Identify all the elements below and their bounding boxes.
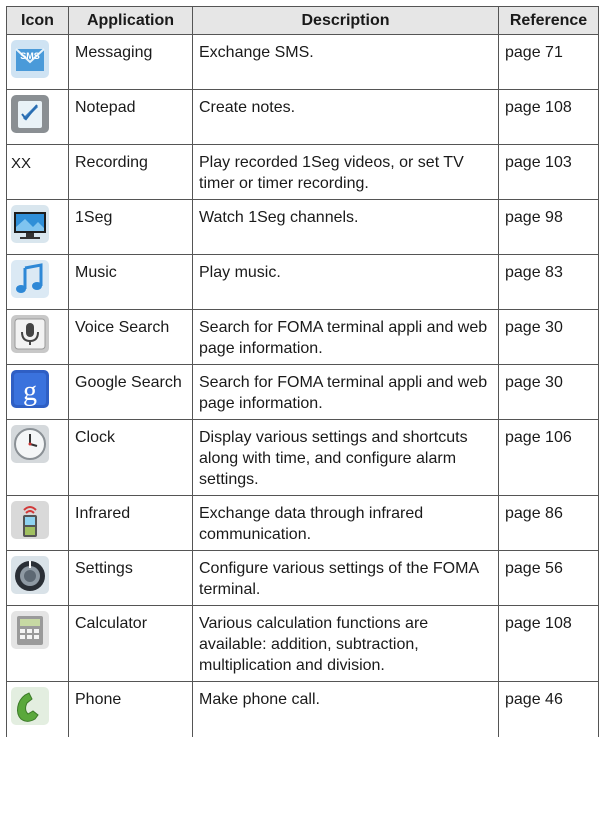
page-reference: page 103 <box>498 144 599 200</box>
app-description: Create notes. <box>192 89 499 145</box>
sms-envelope-icon: SMS <box>11 40 49 78</box>
page-reference: page 71 <box>498 34 599 90</box>
icon-placeholder-text: XX <box>11 155 32 172</box>
table-row: Notepad Create notes. page 108 <box>6 89 599 145</box>
clock-icon <box>11 425 49 463</box>
phone-handset-icon <box>11 687 49 725</box>
header-row: Icon Application Description Reference <box>6 6 599 35</box>
app-name: Music <box>68 254 193 310</box>
page-reference: page 30 <box>498 309 599 365</box>
page-reference: page 106 <box>498 419 599 496</box>
icon-cell <box>6 419 69 496</box>
table-row: XX Recording Play recorded 1Seg videos, … <box>6 144 599 200</box>
page-reference: page 56 <box>498 550 599 606</box>
app-name: Infrared <box>68 495 193 551</box>
icon-cell <box>6 89 69 145</box>
app-description: Exchange data through infrared communica… <box>192 495 499 551</box>
icon-cell <box>6 309 69 365</box>
svg-text:SMS: SMS <box>20 51 40 61</box>
table-row: Phone Make phone call. page 46 <box>6 681 599 737</box>
page-reference: page 108 <box>498 605 599 682</box>
infrared-phone-icon <box>11 501 49 539</box>
calculator-icon <box>11 611 49 649</box>
app-description: Various calculation functions are availa… <box>192 605 499 682</box>
music-note-icon <box>11 260 49 298</box>
table-row: Infrared Exchange data through infrared … <box>6 495 599 551</box>
app-name: Recording <box>68 144 193 200</box>
app-name: Messaging <box>68 34 193 90</box>
app-description: Exchange SMS. <box>192 34 499 90</box>
table-row: Music Play music. page 83 <box>6 254 599 310</box>
app-description: Display various settings and shortcuts a… <box>192 419 499 496</box>
table-row: Voice Search Search for FOMA terminal ap… <box>6 309 599 365</box>
header-application: Application <box>68 6 193 35</box>
app-name: Phone <box>68 681 193 737</box>
page-reference: page 108 <box>498 89 599 145</box>
app-name: Google Search <box>68 364 193 420</box>
icon-cell <box>6 550 69 606</box>
app-name: Voice Search <box>68 309 193 365</box>
table-row: Clock Display various settings and short… <box>6 419 599 496</box>
app-description: Play recorded 1Seg videos, or set TV tim… <box>192 144 499 200</box>
microphone-icon <box>11 315 49 353</box>
icon-cell <box>6 605 69 682</box>
table-row: Calculator Various calculation functions… <box>6 605 599 682</box>
header-icon: Icon <box>6 6 69 35</box>
header-reference: Reference <box>498 6 599 35</box>
icon-cell: SMS <box>6 34 69 90</box>
settings-knob-icon <box>11 556 49 594</box>
app-description: Watch 1Seg channels. <box>192 199 499 255</box>
app-name: Settings <box>68 550 193 606</box>
app-description: Search for FOMA terminal appli and web p… <box>192 364 499 420</box>
page-reference: page 86 <box>498 495 599 551</box>
app-description: Search for FOMA terminal appli and web p… <box>192 309 499 365</box>
page-reference: page 46 <box>498 681 599 737</box>
app-name: 1Seg <box>68 199 193 255</box>
icon-cell: XX <box>6 144 69 200</box>
app-name: Notepad <box>68 89 193 145</box>
app-name: Calculator <box>68 605 193 682</box>
table-row: SMS Messaging Exchange SMS. page 71 <box>6 34 599 90</box>
table-row: 1Seg Watch 1Seg channels. page 98 <box>6 199 599 255</box>
page-reference: page 98 <box>498 199 599 255</box>
app-description: Make phone call. <box>192 681 499 737</box>
table-row: Settings Configure various settings of t… <box>6 550 599 606</box>
app-name: Clock <box>68 419 193 496</box>
header-description: Description <box>192 6 499 35</box>
app-description: Play music. <box>192 254 499 310</box>
icon-cell <box>6 199 69 255</box>
apps-table: Icon Application Description Reference S… <box>6 6 599 737</box>
page-reference: page 30 <box>498 364 599 420</box>
notepad-icon <box>11 95 49 133</box>
table-row: g Google Search Search for FOMA terminal… <box>6 364 599 420</box>
app-description: Configure various settings of the FOMA t… <box>192 550 499 606</box>
icon-cell <box>6 254 69 310</box>
icon-cell: g <box>6 364 69 420</box>
icon-cell <box>6 681 69 737</box>
icon-cell <box>6 495 69 551</box>
tv-icon <box>11 205 49 243</box>
page-reference: page 83 <box>498 254 599 310</box>
svg-text:g: g <box>23 376 37 407</box>
google-g-icon: g <box>11 370 49 408</box>
